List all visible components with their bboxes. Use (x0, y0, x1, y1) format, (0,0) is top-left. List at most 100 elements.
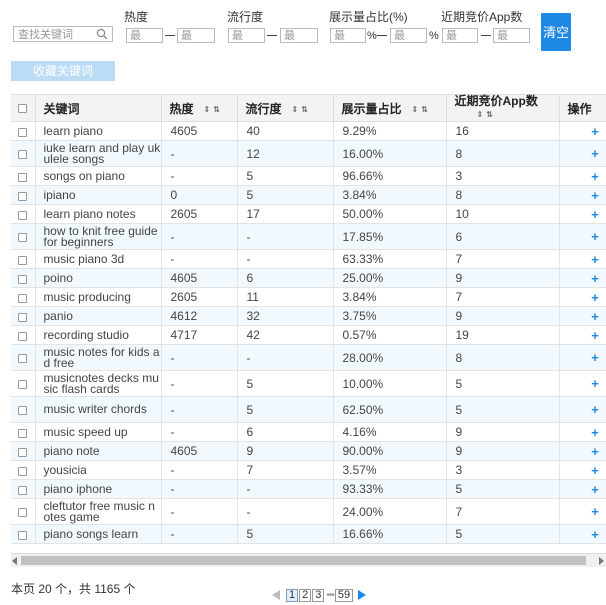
select-all-checkbox[interactable] (18, 104, 28, 114)
add-keyword-icon[interactable]: + (559, 325, 606, 346)
row-select-cell (11, 344, 36, 372)
add-keyword-icon[interactable]: + (559, 166, 606, 187)
row-checkbox[interactable] (18, 508, 28, 518)
impression-max-input[interactable] (390, 28, 427, 43)
popularity-max-input[interactable] (280, 28, 318, 43)
keyword-search-box[interactable] (13, 26, 113, 42)
heat-column-header[interactable]: 热度 ⇕⇅ (161, 94, 238, 123)
clear-filters-button[interactable]: 清空 (541, 13, 571, 51)
row-checkbox[interactable] (18, 428, 28, 438)
add-keyword-icon[interactable]: + (559, 306, 606, 327)
keyword-cell: piano iphone (35, 479, 162, 500)
row-checkbox[interactable] (18, 293, 28, 303)
scroll-right-icon[interactable] (599, 557, 604, 565)
table-row: recording studio 4717 42 0.57% 19 + (11, 325, 606, 346)
competing-min-input[interactable] (442, 28, 478, 43)
page-ellipsis: ••• (326, 589, 334, 601)
row-select-cell (11, 524, 36, 545)
sort-icon[interactable]: ⇕⇅ (292, 105, 311, 114)
row-checkbox[interactable] (18, 172, 28, 182)
keyword-search-input[interactable] (14, 28, 96, 42)
prev-page-icon[interactable] (272, 590, 280, 600)
row-checkbox[interactable] (18, 233, 28, 243)
popularity-column-header[interactable]: 流行度 ⇕⇅ (237, 94, 334, 123)
keyword-cell: music speed up (35, 422, 162, 443)
impression-cell: 16.00% (333, 140, 447, 168)
add-keyword-icon[interactable]: + (559, 268, 606, 289)
keyword-cell: music producing (35, 287, 162, 308)
competing-column-header[interactable]: 近期竞价App数 ⇕⇅ (446, 94, 560, 123)
add-keyword-icon[interactable]: + (559, 441, 606, 462)
last-page-button[interactable]: 59 (334, 588, 354, 602)
row-checkbox[interactable] (18, 274, 28, 284)
row-checkbox[interactable] (18, 191, 28, 201)
row-select-cell (11, 306, 36, 327)
row-checkbox[interactable] (18, 354, 28, 364)
add-keyword-icon[interactable]: + (559, 121, 606, 142)
heat-max-input[interactable] (177, 28, 215, 43)
add-keyword-icon[interactable]: + (559, 223, 606, 251)
competing-cell: 10 (446, 204, 560, 225)
add-keyword-icon[interactable]: + (559, 140, 606, 168)
keyword-cell: music notes for kids ad free (35, 344, 162, 372)
keyword-cell: piano note (35, 441, 162, 462)
row-checkbox[interactable] (18, 485, 28, 495)
row-checkbox[interactable] (18, 380, 28, 390)
row-select-cell (11, 460, 36, 481)
heat-cell: - (161, 140, 238, 168)
add-keyword-icon[interactable]: + (559, 344, 606, 372)
scroll-left-icon[interactable] (12, 557, 17, 565)
page-button[interactable]: 1 (286, 588, 299, 602)
next-page-icon[interactable] (358, 590, 367, 600)
popularity-cell: 5 (237, 524, 334, 545)
add-keyword-icon[interactable]: + (559, 396, 606, 424)
add-keyword-icon[interactable]: + (559, 287, 606, 308)
row-checkbox[interactable] (18, 210, 28, 220)
add-keyword-icon[interactable]: + (559, 185, 606, 206)
keyword-cell: learn piano (35, 121, 162, 142)
impression-cell: 90.00% (333, 441, 447, 462)
table-row: learn piano 4605 40 9.29% 16 + (11, 121, 606, 142)
sort-icon[interactable]: ⇕⇅ (477, 108, 496, 121)
heat-min-input[interactable] (126, 28, 163, 43)
page-button[interactable]: 2 (299, 588, 312, 602)
row-checkbox[interactable] (18, 406, 28, 416)
sort-icon[interactable]: ⇕⇅ (412, 105, 431, 114)
row-checkbox[interactable] (18, 466, 28, 476)
add-keyword-icon[interactable]: + (559, 460, 606, 481)
row-checkbox[interactable] (18, 255, 28, 265)
heat-cell: - (161, 370, 238, 398)
impression-min-input[interactable] (330, 28, 366, 43)
scrollbar-thumb[interactable] (21, 556, 586, 565)
add-keyword-icon[interactable]: + (559, 524, 606, 545)
popularity-min-input[interactable] (228, 28, 265, 43)
add-keyword-icon[interactable]: + (559, 498, 606, 526)
competing-max-input[interactable] (493, 28, 530, 43)
page-button[interactable]: 3 (312, 588, 325, 602)
competing-cell: 5 (446, 370, 560, 398)
row-checkbox[interactable] (18, 447, 28, 457)
horizontal-scrollbar[interactable] (11, 553, 606, 567)
row-checkbox[interactable] (18, 530, 28, 540)
favorite-keywords-button[interactable]: 收藏关键词 (11, 61, 115, 81)
search-icon[interactable] (96, 28, 108, 40)
add-keyword-icon[interactable]: + (559, 370, 606, 398)
heat-header-label: 热度 (169, 101, 194, 116)
row-select-cell (11, 441, 36, 462)
impression-cell: 17.85% (333, 223, 447, 251)
heat-cell: - (161, 223, 238, 251)
add-keyword-icon[interactable]: + (559, 204, 606, 225)
impression-column-header[interactable]: 展示量占比 ⇕⇅ (333, 94, 447, 123)
add-keyword-icon[interactable]: + (559, 249, 606, 270)
heat-cell: - (161, 422, 238, 443)
row-checkbox[interactable] (18, 127, 28, 137)
impression-header-label: 展示量占比 (341, 101, 402, 116)
keyword-table: 关键词 热度 ⇕⇅ 流行度 ⇕⇅ 展示量占比 ⇕⇅ 近期竞价App数 ⇕⇅ 操作 lea… (11, 94, 606, 552)
row-checkbox[interactable] (18, 331, 28, 341)
add-keyword-icon[interactable]: + (559, 422, 606, 443)
row-checkbox[interactable] (18, 150, 28, 160)
pagination: 1 2 3 ••• 59 (272, 588, 367, 602)
row-checkbox[interactable] (18, 312, 28, 322)
add-keyword-icon[interactable]: + (559, 479, 606, 500)
sort-icon[interactable]: ⇕⇅ (204, 105, 223, 114)
